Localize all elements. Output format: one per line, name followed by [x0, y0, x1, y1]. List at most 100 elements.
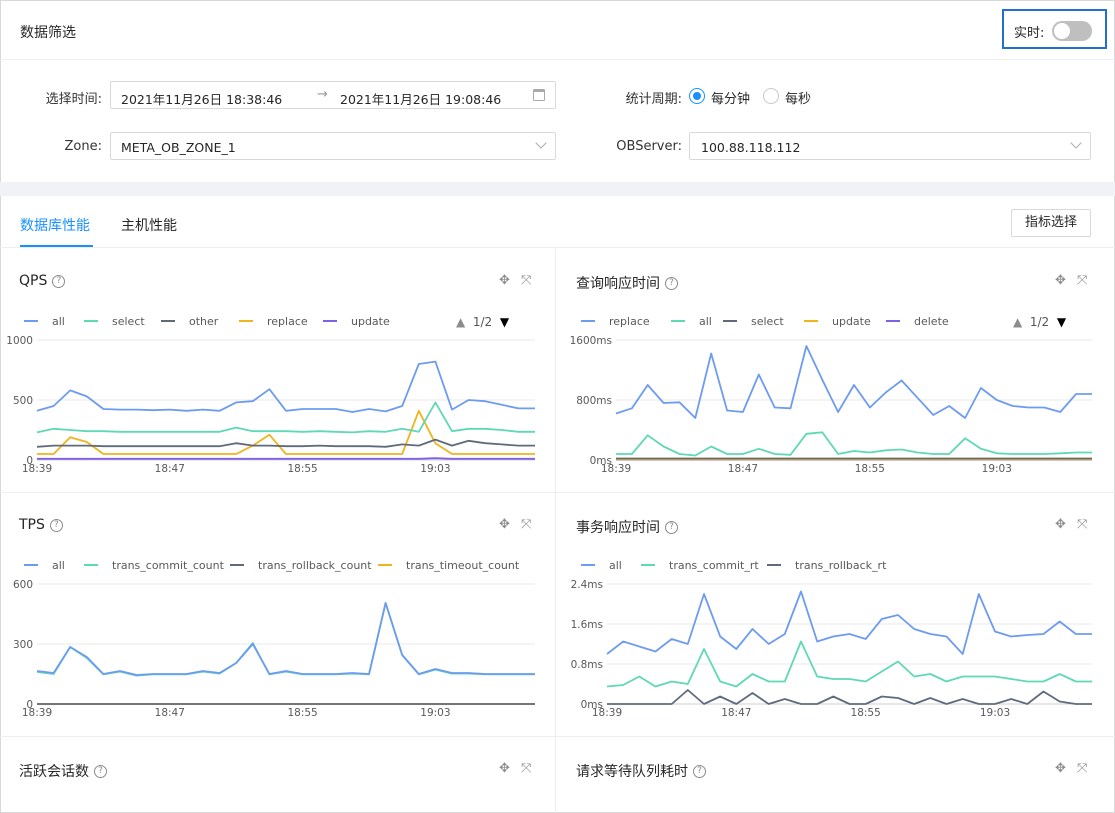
zone-select[interactable]: META_OB_ZONE_1 — [110, 132, 556, 160]
radio-per-minute-label[interactable]: 每分钟 — [711, 88, 750, 107]
legend-item-all[interactable]: all — [24, 315, 65, 328]
legend-swatch — [230, 564, 244, 566]
time-start-input[interactable]: 2021年11月26日 18:38:46 — [121, 89, 282, 108]
fullscreen-icon[interactable]: ⤧ — [521, 273, 531, 288]
drag-icon[interactable]: ✥ — [499, 273, 510, 288]
y-tick-label: 1000 — [6, 335, 33, 347]
question-circle-icon[interactable]: ? — [94, 764, 107, 778]
legend-label: trans_rollback_rt — [795, 559, 887, 572]
time-label: 选择时间: — [45, 92, 102, 107]
x-tick-label: 18:39 — [592, 707, 622, 718]
fullscreen-icon[interactable]: ⤧ — [1077, 761, 1087, 776]
legend-label: trans_timeout_count — [406, 559, 520, 572]
metric-select-button[interactable]: 指标选择 — [1011, 209, 1091, 237]
legend-swatch — [24, 320, 38, 322]
time-range-picker[interactable]: 2021年11月26日 18:38:46 → 2021年11月26日 19:08… — [110, 81, 556, 109]
chevron-down-icon — [1070, 137, 1082, 149]
legend-label: all — [52, 559, 65, 572]
tab-host-performance[interactable]: 主机性能 — [121, 215, 177, 235]
legend-swatch — [886, 320, 900, 322]
legend-item-trans_commit_rt[interactable]: trans_commit_rt — [641, 559, 759, 572]
x-tick-label: 19:03 — [980, 707, 1010, 718]
panel-title-text: 活跃会话数 — [19, 764, 89, 780]
radio-per-second[interactable] — [763, 88, 779, 104]
filter-form: 选择时间: 2021年11月26日 18:38:46 → 2021年11月26日… — [0, 60, 1115, 182]
question-circle-icon[interactable]: ? — [693, 764, 706, 778]
drag-icon[interactable]: ✥ — [499, 517, 510, 532]
y-tick-label: 600 — [13, 579, 33, 591]
time-end-input[interactable]: 2021年11月26日 19:08:46 — [340, 89, 501, 108]
legend-item-all[interactable]: all — [671, 315, 712, 328]
pager-down-icon[interactable]: ▼ — [1057, 315, 1066, 329]
pager-up-icon[interactable]: ▲ — [1013, 315, 1022, 329]
legend-label: delete — [914, 315, 949, 328]
legend-item-trans_rollback_rt[interactable]: trans_rollback_rt — [767, 559, 886, 572]
y-tick-label: 300 — [13, 639, 33, 651]
x-tick-label: 18:39 — [22, 463, 52, 474]
panel-active-sessions: 活跃会话数? ✥ ⤧ — [0, 737, 557, 813]
legend-swatch — [84, 320, 98, 322]
legend-item-select[interactable]: select — [84, 315, 145, 328]
fullscreen-icon[interactable]: ⤧ — [1077, 273, 1087, 288]
legend-item-replace[interactable]: replace — [581, 315, 650, 328]
legend-swatch — [161, 320, 175, 322]
legend-item-update[interactable]: update — [804, 315, 871, 328]
panel-title: 请求等待队列耗时? — [576, 761, 706, 781]
x-tick-label: 19:03 — [420, 463, 450, 474]
x-tick-label: 18:47 — [155, 707, 185, 718]
legend-item-update[interactable]: update — [323, 315, 390, 328]
question-circle-icon[interactable]: ? — [52, 274, 66, 288]
panel-transaction-response: 事务响应时间? ✥ ⤧ all trans_commit_rt trans_roll… — [557, 493, 1114, 737]
chart-svg: 0ms0.8ms1.6ms2.4ms18:39 18:47 18:55 19:03 — [571, 579, 1092, 719]
legend-item-trans_commit_count[interactable]: trans_commit_count — [84, 559, 224, 572]
pager-up-icon[interactable]: ▲ — [456, 315, 465, 329]
legend-item-delete[interactable]: delete — [886, 315, 949, 328]
question-circle-icon[interactable]: ? — [49, 518, 63, 532]
panel-tps: TPS? ✥ ⤧ all trans_commit_count trans_roll… — [0, 493, 557, 737]
radio-per-second-label[interactable]: 每秒 — [785, 88, 811, 107]
legend-item-select[interactable]: select — [723, 315, 784, 328]
query-response-chart: 0ms 800ms 1600ms 18:39 18:47 18:55 19:03 — [557, 334, 1114, 475]
legend-label: all — [52, 315, 65, 328]
drag-icon[interactable]: ✥ — [1055, 273, 1066, 288]
legend-swatch — [581, 564, 595, 566]
drag-icon[interactable]: ✥ — [1055, 761, 1066, 776]
fullscreen-icon[interactable]: ⤧ — [521, 517, 531, 532]
question-circle-icon[interactable]: ? — [665, 520, 678, 534]
page-title: 数据筛选 — [20, 25, 76, 41]
legend-item-replace[interactable]: replace — [239, 315, 308, 328]
zone-label: Zone: — [64, 139, 102, 154]
legend-label: trans_commit_count — [112, 559, 224, 572]
legend-label: all — [609, 559, 622, 572]
legend-item-trans_rollback_count[interactable]: trans_rollback_count — [230, 559, 372, 572]
radio-per-minute[interactable] — [689, 88, 705, 104]
x-tick-label: 18:55 — [851, 707, 881, 718]
question-circle-icon[interactable]: ? — [665, 276, 678, 290]
chart-svg: 0500100018:39 18:47 18:55 19:03 — [6, 335, 535, 475]
pager-text: 1/2 — [472, 315, 493, 329]
chevron-down-icon — [535, 137, 547, 149]
observer-select[interactable]: 100.88.118.112 — [689, 132, 1091, 160]
chart-legend: all select other replace update ▲ 1/2 ▼ — [24, 315, 544, 329]
legend-swatch — [671, 320, 685, 322]
legend-label: replace — [609, 315, 650, 328]
legend-swatch — [84, 564, 98, 566]
legend-label: select — [751, 315, 784, 328]
panel-request-queue-wait: 请求等待队列耗时? ✥ ⤧ — [557, 737, 1114, 813]
legend-item-other[interactable]: other — [161, 315, 218, 328]
drag-icon[interactable]: ✥ — [1055, 517, 1066, 532]
pager-down-icon[interactable]: ▼ — [500, 315, 509, 329]
series-line-update — [37, 457, 535, 460]
tab-db-performance[interactable]: 数据库性能 — [20, 215, 90, 235]
legend-item-trans_timeout_count[interactable]: trans_timeout_count — [378, 559, 519, 572]
legend-swatch — [804, 320, 818, 322]
series-line-all — [36, 360, 535, 413]
fullscreen-icon[interactable]: ⤧ — [521, 761, 531, 776]
fullscreen-icon[interactable]: ⤧ — [1077, 517, 1087, 532]
chart-legend: all trans_commit_count trans_rollback_coun… — [24, 559, 544, 573]
legend-item-all[interactable]: all — [24, 559, 65, 572]
legend-label: trans_rollback_count — [258, 559, 372, 572]
drag-icon[interactable]: ✥ — [499, 761, 510, 776]
realtime-switch[interactable] — [1052, 21, 1092, 41]
legend-item-all[interactable]: all — [581, 559, 622, 572]
